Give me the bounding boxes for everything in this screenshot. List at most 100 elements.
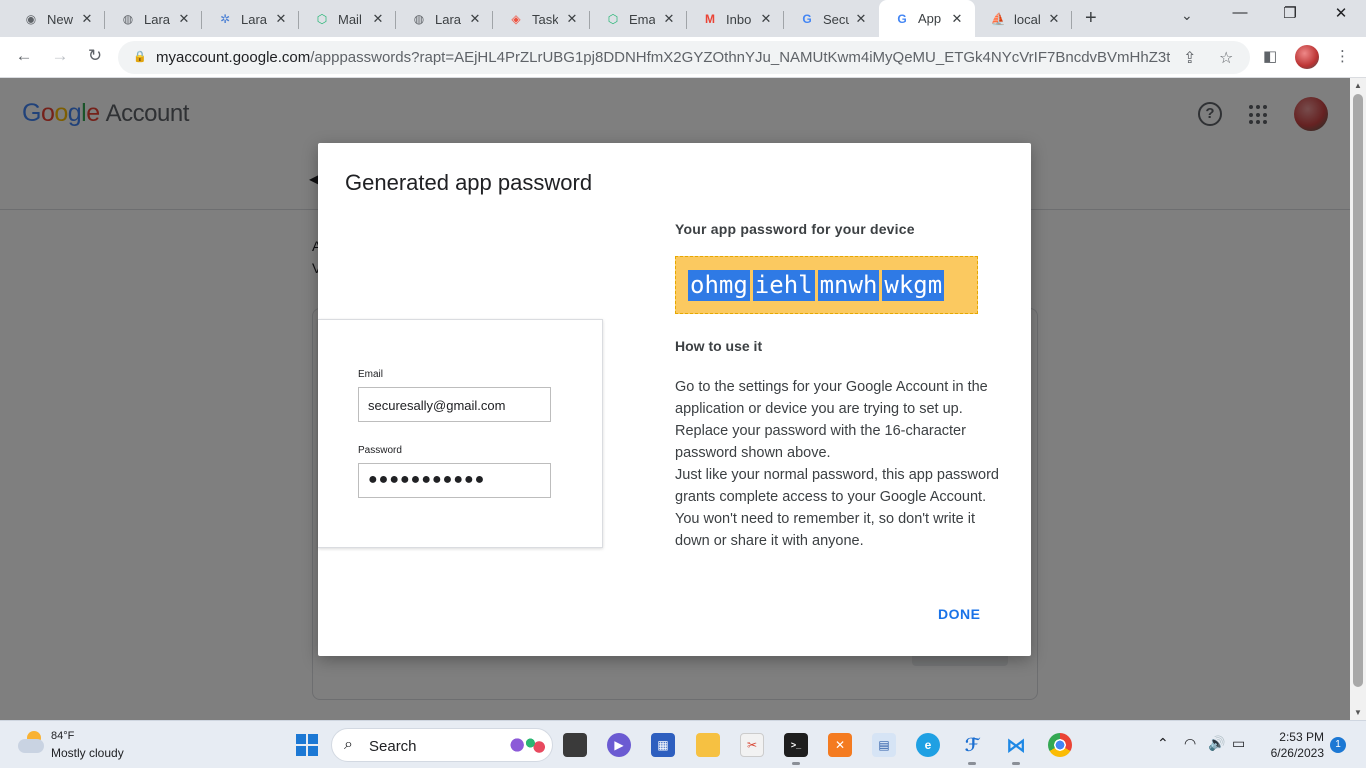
dialog-title: Generated app password [345,170,593,195]
tab-lara-3[interactable]: ◍ Lara ✕ [396,5,493,33]
weather-description[interactable]: Mostly cloudy [51,746,124,760]
close-icon[interactable]: ✕ [273,11,289,27]
battery-icon[interactable]: ▭ [1232,735,1245,752]
close-icon[interactable]: ✕ [467,11,483,27]
profile-avatar[interactable] [1295,45,1319,69]
tab-task[interactable]: ◈ Task ✕ [493,5,590,33]
share-icon[interactable]: ⇪ [1183,48,1196,68]
task-view-icon[interactable] [563,733,587,757]
xampp-icon[interactable]: ✕ [828,733,852,757]
side-panel-icon[interactable]: ◧ [1263,47,1277,65]
edge-icon[interactable]: e [916,733,940,757]
close-icon[interactable]: ✕ [370,11,386,27]
chat-icon[interactable]: ▶ [607,733,631,757]
more-menu-icon[interactable]: ⋮ [1335,47,1350,65]
network-app-icon[interactable]: ▤ [872,733,896,757]
google-icon: G [897,11,907,26]
app-password-label: Your app password for your device [675,221,915,237]
scroll-down-icon[interactable]: ▼ [1354,708,1362,717]
tab-title: App [918,11,942,26]
how-to-use-paragraph: Go to the settings for your Google Accou… [675,379,988,461]
chrome-taskbar-icon[interactable] [1048,733,1072,757]
tab-title: Emai [629,11,655,27]
file-explorer-icon[interactable] [696,733,720,757]
gear-icon: ✲ [219,12,231,26]
temperature[interactable]: 84°F [51,730,74,742]
back-icon[interactable]: ← [14,46,34,66]
snipping-tool-icon[interactable]: ✂ [740,733,764,757]
vscode-icon[interactable]: ⋈ [1004,733,1028,765]
globe-icon: ◍ [122,12,134,26]
chevron-up-icon[interactable]: ⌃ [1157,735,1169,752]
laravel-icon: ◈ [511,12,521,26]
clock-time: 2:53 PM [1279,730,1324,744]
notification-badge[interactable]: 1 [1330,737,1346,753]
tab-inbox[interactable]: M Inbo ✕ [687,5,784,33]
new-tab-icon[interactable]: + [1085,7,1097,30]
password-chunk[interactable]: iehl [752,270,815,301]
power-automate-icon[interactable]: ℱ [960,733,984,765]
tab-title: Lara [435,11,461,27]
close-icon[interactable]: ✕ [758,11,774,27]
system-clock[interactable]: 2:53 PM 6/26/2023 [1262,729,1324,761]
tab-new[interactable]: ◉ New ✕ [8,5,105,33]
tab-title: Inbo [726,11,752,27]
close-icon[interactable]: ✕ [853,11,869,27]
chevron-down-icon[interactable]: ⌄ [1181,7,1193,24]
weather-icon[interactable] [18,731,46,757]
gmail-icon: M [705,12,715,26]
tab-mail[interactable]: ⬡ Mail ✕ [299,5,396,33]
tab-strip: ◉ New ✕ ◍ Lara ✕ ✲ Lara ✕ ⬡ Mail ✕ ◍ Lar… [0,0,1366,37]
password-chunk[interactable]: wkgm [882,270,945,301]
mailtrap-icon: ⬡ [316,12,328,26]
address-bar[interactable]: 🔒 myaccount.google.com/apppasswords?rapt… [118,41,1250,74]
close-icon[interactable]: ✕ [176,11,192,27]
taskbar-search[interactable]: ⌕ Search [331,728,553,762]
terminal-icon[interactable]: >_ [784,733,808,765]
globe-icon: ◍ [413,12,425,26]
scroll-thumb[interactable] [1353,94,1363,687]
login-illustration: Email securesally@gmail.com Password ●●●… [318,319,603,548]
store-icon[interactable]: ▦ [651,733,675,757]
close-icon[interactable]: ✕ [1046,11,1062,27]
windows-start-icon[interactable] [296,734,318,756]
tab-title: Task [532,11,558,27]
close-icon[interactable]: ✕ [949,11,965,27]
search-highlight-icon [504,735,548,755]
tab-lara-1[interactable]: ◍ Lara ✕ [105,5,202,33]
done-button[interactable]: DONE [938,606,980,622]
browser-toolbar: ← → ↻ 🔒 myaccount.google.com/apppassword… [0,37,1366,78]
reload-icon[interactable]: ↻ [85,46,105,66]
wifi-icon[interactable]: ◠ [1184,735,1196,752]
email-field: securesally@gmail.com [358,387,551,422]
star-icon[interactable]: ☆ [1219,48,1233,68]
tab-title: Secu [823,11,849,27]
tab-title: Lara [241,11,267,27]
speaker-icon[interactable]: 🔊 [1208,735,1225,752]
restore-icon[interactable]: ❐ [1275,4,1305,22]
lock-icon[interactable]: 🔒 [133,50,147,63]
tab-lara-2[interactable]: ✲ Lara ✕ [202,5,299,33]
url-host: myaccount.google.com [156,49,311,66]
generated-password-dialog: Generated app password Email securesally… [318,143,1031,656]
scroll-up-icon[interactable]: ▲ [1354,81,1362,90]
close-icon[interactable]: ✕ [661,11,677,27]
close-window-icon[interactable]: ✕ [1326,4,1356,22]
password-chunk[interactable]: ohmg [688,270,750,301]
tab-email[interactable]: ⬡ Emai ✕ [590,5,687,33]
tab-security[interactable]: G Secu ✕ [784,5,879,33]
forward-icon[interactable]: → [50,46,70,66]
url-text[interactable]: myaccount.google.com/apppasswords?rapt=A… [156,49,1170,66]
tab-app-passwords[interactable]: G App ✕ [879,0,975,37]
tab-title: local [1014,11,1040,27]
close-icon[interactable]: ✕ [79,11,95,27]
tab-title: Lara [144,11,170,27]
minimize-icon[interactable]: — [1225,4,1255,21]
tab-local[interactable]: ⛵ local ✕ [975,5,1072,33]
tab-title: Mail [338,11,362,27]
scrollbar[interactable]: ▲ ▼ [1350,78,1366,720]
app-password-box[interactable]: ohmg iehl mnwh wkgm [675,256,978,314]
password-chunk[interactable]: mnwh [817,270,880,301]
close-icon[interactable]: ✕ [564,11,580,27]
how-to-use-body: Go to the settings for your Google Accou… [675,376,1005,552]
